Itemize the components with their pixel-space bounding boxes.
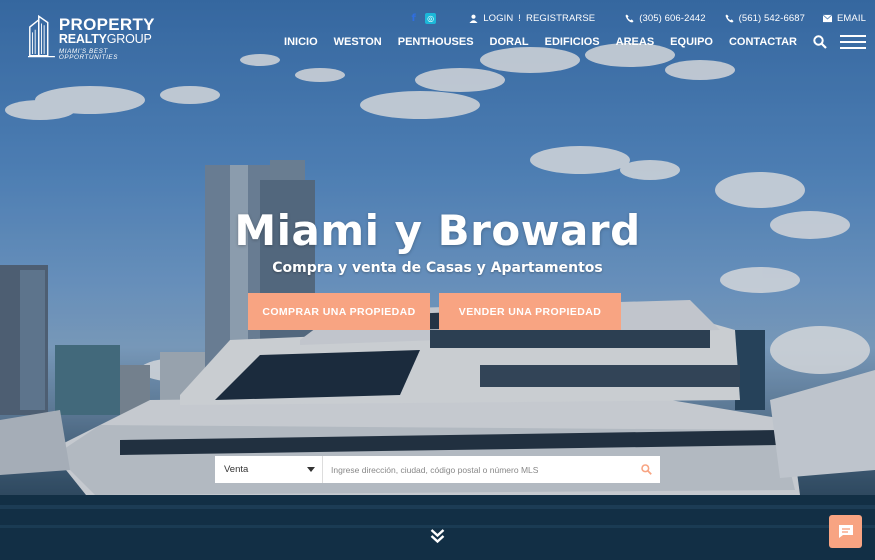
hero-title: Miami y Broward — [234, 206, 641, 255]
brand-name-realty: REALTY — [58, 32, 107, 46]
nav-item-inicio[interactable]: INICIO — [284, 36, 318, 48]
building-logo-icon — [28, 14, 55, 58]
login-group: LOGIN — [469, 13, 513, 24]
phone-icon — [725, 13, 734, 23]
search-input[interactable] — [323, 456, 632, 483]
sell-property-button[interactable]: VENDER UNA PROPIEDAD — [439, 293, 621, 330]
nav-item-areas[interactable]: AREAS — [616, 36, 655, 48]
listing-type-select[interactable]: Venta — [215, 456, 323, 483]
top-utility-bar: f ◎ LOGIN ! REGISTRARSE (305) 606-2442 (… — [408, 10, 866, 26]
nav-item-contactar[interactable]: CONTACTAR — [729, 36, 797, 48]
double-chevron-down-icon[interactable] — [430, 528, 445, 544]
phone-number-2: (561) 542-6687 — [738, 12, 805, 24]
user-icon — [469, 14, 478, 23]
facebook-icon[interactable]: f — [408, 13, 419, 24]
chat-button[interactable] — [829, 515, 862, 548]
brand-logo[interactable]: PROPERTY REALTYGROUP MIAMI'S BEST OPPORT… — [28, 12, 158, 68]
search-icon[interactable] — [813, 35, 827, 49]
email-label: EMAIL — [836, 12, 866, 24]
nav-item-weston[interactable]: WESTON — [334, 36, 382, 48]
listing-type-value: Venta — [224, 464, 249, 475]
hero-subtitle: Compra y venta de Casas y Apartamentos — [272, 260, 603, 276]
brand-name-line1: PROPERTY — [58, 15, 155, 34]
phone-item-2[interactable]: (561) 542-6687 — [725, 13, 805, 24]
property-search-bar: Venta — [215, 456, 660, 483]
brand-name-group: GROUP — [106, 32, 152, 46]
main-navigation: INICIO WESTON PENTHOUSES DORAL EDIFICIOS… — [284, 34, 866, 50]
nav-item-penthouses[interactable]: PENTHOUSES — [398, 36, 474, 48]
chat-bubble-icon — [838, 525, 853, 538]
brand-name-line2: REALTYGROUP — [59, 33, 158, 46]
search-submit-button[interactable] — [632, 456, 660, 483]
phone-icon — [625, 13, 634, 23]
envelope-icon — [822, 14, 832, 22]
nav-item-equipo[interactable]: EQUIPO — [670, 36, 713, 48]
register-link[interactable]: REGISTRARSE — [526, 13, 595, 24]
phone-number-1: (305) 606-2442 — [639, 12, 706, 24]
social-links: f ◎ — [408, 12, 437, 24]
instagram-icon[interactable]: ◎ — [425, 12, 437, 24]
hamburger-menu-icon[interactable] — [840, 35, 866, 49]
chevron-down-icon — [307, 467, 315, 472]
phone-item-1[interactable]: (305) 606-2442 — [625, 12, 706, 24]
buy-property-button[interactable]: COMPRAR UNA PROPIEDAD — [248, 293, 430, 330]
login-link[interactable]: LOGIN — [483, 13, 513, 24]
nav-item-edificios[interactable]: EDIFICIOS — [545, 36, 600, 48]
nav-item-doral[interactable]: DORAL — [490, 36, 529, 48]
email-link[interactable]: EMAIL — [822, 12, 866, 24]
search-icon — [640, 464, 652, 475]
brand-tagline: MIAMI'S BEST OPPORTUNITIES — [58, 47, 119, 61]
login-separator: ! — [518, 12, 522, 24]
